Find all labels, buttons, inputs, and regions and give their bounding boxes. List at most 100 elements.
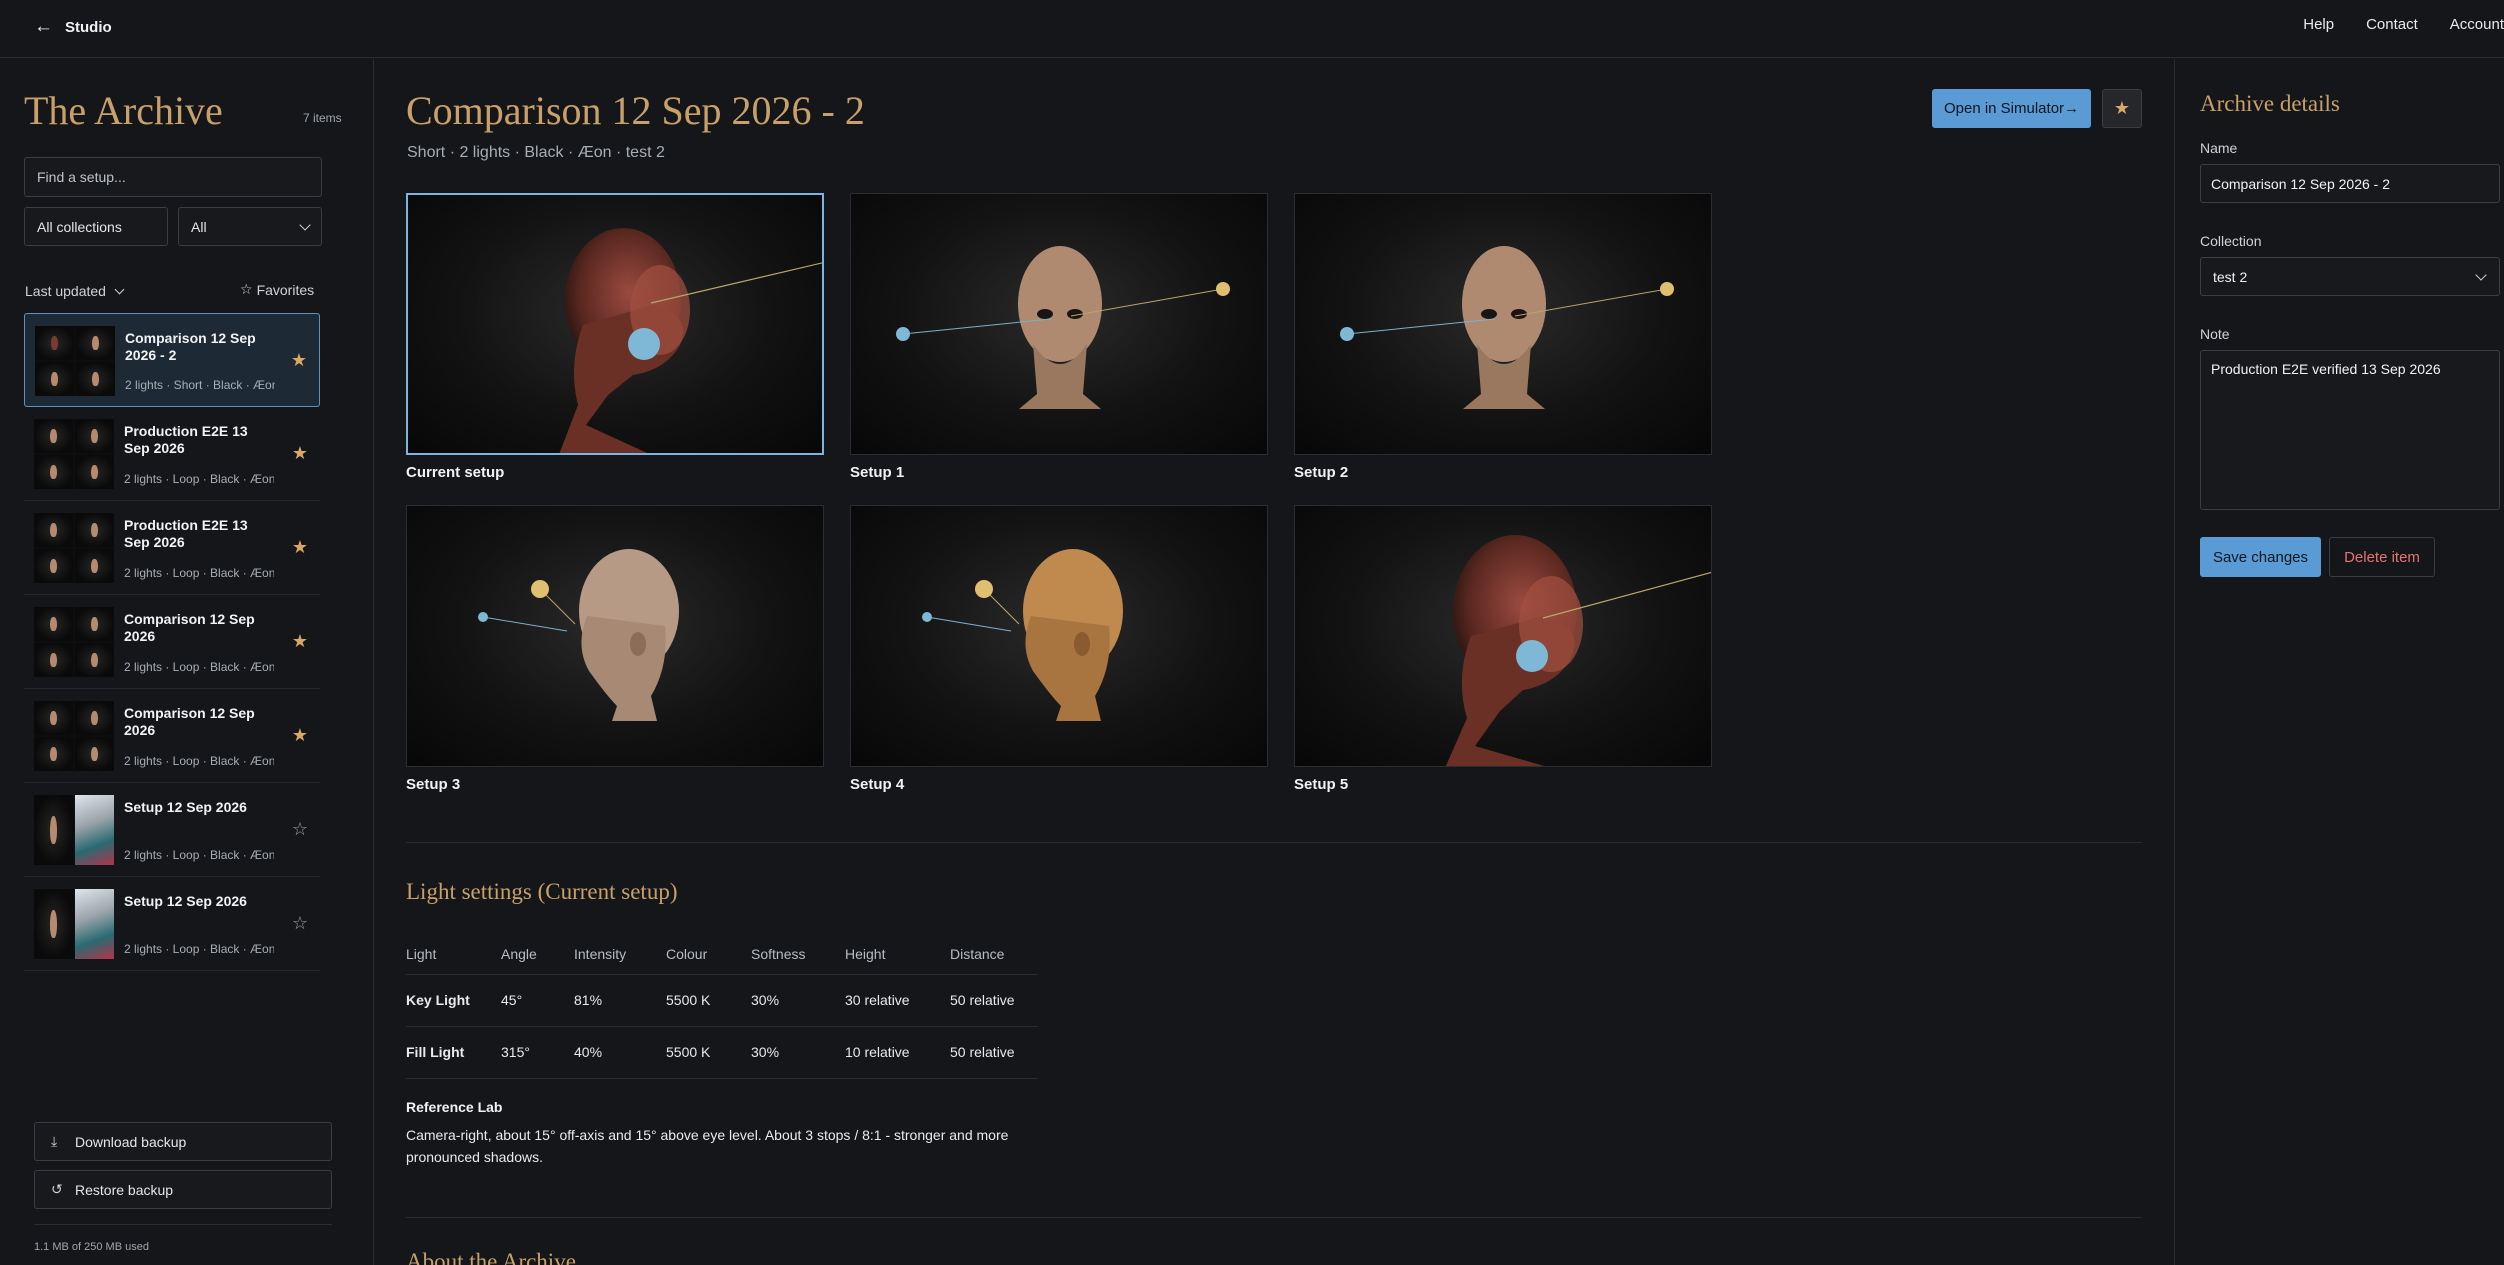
table-cell: 81% bbox=[574, 974, 666, 1027]
column-header: Colour bbox=[666, 934, 751, 975]
setup-tile-current[interactable] bbox=[406, 193, 824, 455]
list-item[interactable]: Comparison 12 Sep 2026 2 lights · Loop ·… bbox=[24, 689, 320, 783]
head-render-image bbox=[1445, 535, 1711, 766]
item-meta: 2 lights · Loop · Black · Æon bbox=[124, 754, 274, 768]
details-title: Archive details bbox=[2200, 91, 2340, 116]
table-cell: Fill Light bbox=[406, 1026, 501, 1079]
column-header: Intensity bbox=[574, 934, 666, 975]
head-render-image bbox=[896, 246, 1230, 409]
list-item[interactable]: Production E2E 13 Sep 2026 2 lights · Lo… bbox=[24, 501, 320, 595]
chevron-down-icon bbox=[299, 219, 311, 231]
item-thumbnail bbox=[34, 419, 114, 489]
head-render-image bbox=[478, 549, 679, 721]
favorites-filter[interactable]: ☆ Favorites bbox=[240, 281, 314, 298]
item-meta: 2 lights · Loop · Black · Æon bbox=[124, 848, 274, 862]
head-render-image bbox=[559, 228, 822, 453]
archive-title: The Archive bbox=[24, 88, 223, 133]
divider bbox=[406, 1217, 2142, 1218]
list-item[interactable]: Comparison 12 Sep 2026 2 lights · Loop ·… bbox=[24, 595, 320, 689]
note-label: Note bbox=[2200, 326, 2230, 342]
type-filter-value: All bbox=[191, 219, 207, 235]
back-to-studio-link[interactable]: ← Studio bbox=[34, 16, 112, 38]
setup-tile-3[interactable] bbox=[406, 505, 824, 767]
sort-label: Last updated bbox=[25, 283, 106, 299]
tile-label: Setup 4 bbox=[850, 776, 905, 793]
setup-tile-4[interactable] bbox=[850, 505, 1268, 767]
restore-backup-button[interactable]: ↺ Restore backup bbox=[34, 1170, 332, 1209]
star-filled-icon[interactable]: ★ bbox=[292, 443, 308, 464]
table-cell: 50 relative bbox=[950, 974, 1038, 1027]
nav-contact-link[interactable]: Contact bbox=[2366, 16, 2418, 33]
nav-account-link[interactable]: Account bbox=[2450, 16, 2504, 33]
column-header: Height bbox=[845, 934, 950, 975]
about-archive-heading: About the Archive bbox=[406, 1249, 576, 1265]
favorite-toggle-button[interactable]: ★ bbox=[2102, 89, 2142, 128]
star-outline-icon: ☆ bbox=[240, 281, 253, 297]
star-outline-icon[interactable]: ☆ bbox=[292, 819, 308, 840]
light-settings-table: Light Angle Intensity Colour Softness He… bbox=[406, 934, 1038, 1079]
table-row: Key Light 45° 81% 5500 K 30% 30 relative… bbox=[406, 974, 1038, 1027]
restore-icon: ↺ bbox=[51, 1181, 63, 1197]
collection-filter-select[interactable]: All collections bbox=[24, 207, 168, 246]
item-title: Setup 12 Sep 2026 bbox=[124, 893, 247, 909]
archive-list: Comparison 12 Sep 2026 - 2 2 lights · Sh… bbox=[24, 313, 320, 971]
chevron-down-icon bbox=[114, 284, 125, 294]
star-filled-icon[interactable]: ★ bbox=[291, 350, 307, 371]
nav-help-link[interactable]: Help bbox=[2303, 16, 2334, 33]
setup-tile-5[interactable] bbox=[1294, 505, 1712, 767]
item-thumbnail bbox=[34, 513, 114, 583]
collection-value: test 2 bbox=[2213, 269, 2248, 285]
table-cell: 40% bbox=[574, 1026, 666, 1079]
list-item[interactable]: Setup 12 Sep 2026 2 lights · Loop · Blac… bbox=[24, 783, 320, 877]
item-thumbnail bbox=[34, 795, 114, 865]
setup-tile-2[interactable] bbox=[1294, 193, 1712, 455]
star-filled-icon[interactable]: ★ bbox=[292, 631, 308, 652]
list-item[interactable]: Production E2E 13 Sep 2026 2 lights · Lo… bbox=[24, 407, 320, 501]
arrow-left-icon: ← bbox=[34, 16, 53, 37]
star-filled-icon[interactable]: ★ bbox=[292, 537, 308, 558]
collection-select[interactable]: test 2 bbox=[2200, 257, 2500, 296]
setup-tile-1[interactable] bbox=[850, 193, 1268, 455]
table-cell: 10 relative bbox=[845, 1026, 950, 1079]
delete-item-button[interactable]: Delete item bbox=[2329, 537, 2435, 577]
save-changes-button[interactable]: Save changes bbox=[2200, 537, 2321, 577]
top-nav: Help Contact Account bbox=[2271, 16, 2504, 33]
open-in-simulator-button[interactable]: Open in Simulator→ bbox=[1932, 89, 2091, 128]
item-thumbnail bbox=[34, 701, 114, 771]
tile-label: Setup 1 bbox=[850, 464, 905, 481]
download-backup-button[interactable]: ⤓ Download backup bbox=[34, 1122, 332, 1161]
archive-sidebar: The Archive 7 items All collections All … bbox=[0, 59, 374, 1265]
item-title: Production E2E 13 Sep 2026 bbox=[124, 517, 248, 550]
tile-label: Setup 5 bbox=[1294, 776, 1349, 793]
list-item[interactable]: Comparison 12 Sep 2026 - 2 2 lights · Sh… bbox=[24, 313, 320, 407]
star-outline-icon[interactable]: ☆ bbox=[292, 913, 308, 934]
favorites-label: Favorites bbox=[256, 281, 315, 298]
top-bar: ← Studio Help Contact Account bbox=[0, 0, 2504, 58]
sort-dropdown[interactable]: Last updated bbox=[25, 283, 125, 299]
column-header: Angle bbox=[501, 934, 574, 975]
item-title: Comparison 12 Sep 2026 bbox=[124, 705, 255, 738]
item-title: Comparison 12 Sep 2026 bbox=[124, 611, 255, 644]
star-filled-icon[interactable]: ★ bbox=[292, 725, 308, 746]
note-field[interactable]: Production E2E verified 13 Sep 2026 bbox=[2200, 350, 2500, 510]
head-render-image bbox=[922, 549, 1123, 721]
restore-backup-label: Restore backup bbox=[75, 1182, 174, 1198]
item-thumbnail bbox=[34, 889, 114, 959]
name-label: Name bbox=[2200, 140, 2238, 156]
list-item[interactable]: Setup 12 Sep 2026 2 lights · Loop · Blac… bbox=[24, 877, 320, 971]
item-meta: 2 lights · Loop · Black · Æon bbox=[124, 472, 274, 486]
item-meta: 2 lights · Loop · Black · Æon bbox=[124, 942, 274, 956]
collection-filter-value: All collections bbox=[37, 219, 122, 235]
table-cell: 50 relative bbox=[950, 1026, 1038, 1079]
item-title: Production E2E 13 Sep 2026 bbox=[124, 423, 248, 456]
star-filled-icon: ★ bbox=[2113, 98, 2131, 118]
main-content: Comparison 12 Sep 2026 - 2 Short · 2 lig… bbox=[375, 59, 2173, 1265]
name-field[interactable] bbox=[2200, 164, 2500, 203]
search-input[interactable] bbox=[24, 157, 322, 197]
item-meta: 2 lights · Loop · Black · Æon bbox=[124, 566, 274, 580]
table-cell: 30% bbox=[751, 974, 845, 1027]
item-title: Setup 12 Sep 2026 bbox=[124, 799, 247, 815]
table-cell: 5500 K bbox=[666, 1026, 751, 1079]
type-filter-select[interactable]: All bbox=[178, 207, 322, 246]
archive-details-panel: Archive details Name Collection test 2 N… bbox=[2174, 59, 2504, 1265]
